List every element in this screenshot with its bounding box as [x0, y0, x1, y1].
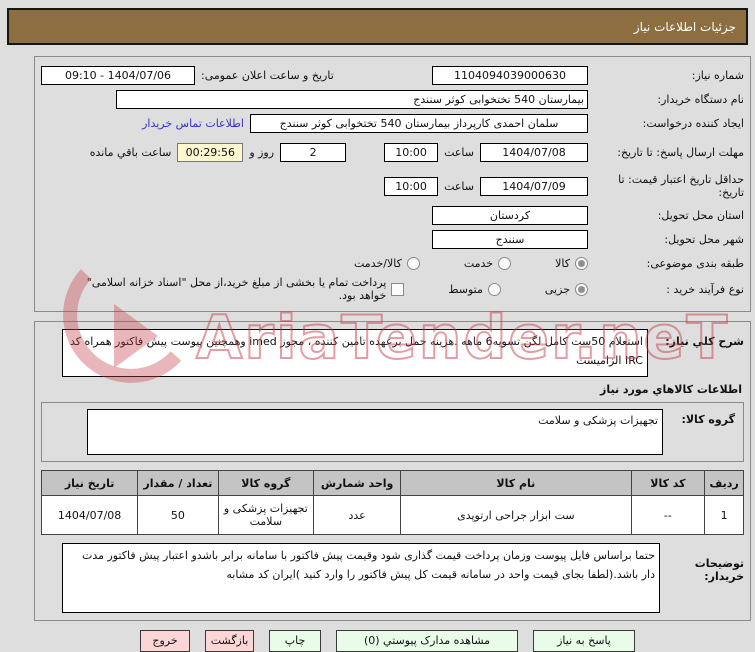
radio-icon[interactable]: [498, 256, 512, 270]
radio-icon[interactable]: [575, 256, 588, 270]
items-table-header-row: ردیف کد کالا نام کالا واحد شمارش گروه کا…: [40, 470, 744, 496]
province-field[interactable]: کردستان: [432, 205, 588, 225]
row-buyer-notes: توضیحات خریدار: حتما براساس فایل پیوست و…: [41, 543, 744, 613]
table-row: 1 -- ست ابزار جراحی ارتوپدی عدد تجهیزات …: [40, 495, 744, 535]
goods-info-panel: شرح کلي نیاز: استعلام 50ست کامل لگن تسوی…: [34, 321, 751, 621]
print-button[interactable]: چاپ: [269, 630, 321, 652]
radio-label: کالا: [555, 256, 570, 270]
radio-option-goods-service[interactable]: کالا/خدمت: [354, 256, 420, 270]
checkbox-icon[interactable]: [391, 282, 405, 296]
request-creator-label: ایجاد کننده درخواست:: [642, 116, 744, 130]
reply-deadline-time-field[interactable]: 10:00: [384, 142, 439, 162]
cell-count-unit: عدد: [313, 495, 402, 535]
price-validity-hour-label: ساعت: [444, 179, 474, 193]
row-price-validity: حداقل تاریخ اعتبار قیمت: تا تاریخ: 1404/…: [41, 170, 744, 202]
buyer-notes-label: توضیحات خریدار:: [694, 557, 744, 583]
back-button[interactable]: بازگشت: [205, 630, 254, 652]
buyer-org-field[interactable]: بیمارستان 540 تختخوابی کوثر سنندج: [116, 89, 588, 109]
radio-option-goods[interactable]: کالا: [555, 256, 588, 270]
purchase-process-label: نوع فرآیند خرید :: [666, 282, 744, 296]
header-count-unit: واحد شمارش: [313, 470, 402, 496]
row-purchase-process-type: نوع فرآیند خرید : جزیی متوسط پرداخت تمام…: [41, 276, 744, 302]
exit-button[interactable]: خروج: [140, 630, 190, 652]
cell-quantity: 50: [137, 495, 219, 535]
row-need-number: شماره نیاز: 1104094039000630 تاریخ و ساع…: [41, 64, 744, 86]
goods-group-box: گروه کالا: تجهیزات پزشکی و سلامت: [41, 402, 744, 462]
action-buttons-bar: پاسخ به نیاز مشاهده مدارک پیوستي (0) چاپ…: [0, 630, 755, 652]
goods-section-header: اطلاعات کالاهاي مورد نیاز: [600, 383, 742, 396]
price-validity-time-field[interactable]: 10:00: [384, 176, 439, 196]
need-number-label: شماره نیاز:: [691, 68, 744, 82]
radio-icon[interactable]: [406, 256, 420, 270]
need-description-textarea[interactable]: استعلام 50ست کامل لگن تسویه6 ماهه .هزینه…: [62, 329, 648, 377]
need-number-field[interactable]: 1104094039000630: [432, 65, 588, 85]
radio-label: جزیی: [544, 282, 570, 296]
items-table: ردیف کد کالا نام کالا واحد شمارش گروه کا…: [40, 470, 744, 535]
radio-option-medium[interactable]: متوسط: [448, 282, 501, 296]
city-label: شهر محل تحویل:: [664, 232, 744, 246]
cell-need-date: 1404/07/08: [40, 495, 139, 535]
cell-row-number: 1: [704, 495, 744, 535]
page-title-bar: جزئیات اطلاعات نیاز: [7, 8, 748, 45]
announce-datetime-field[interactable]: 1404/07/06 - 09:10: [41, 65, 195, 85]
reply-to-need-button[interactable]: پاسخ به نیاز: [533, 630, 635, 652]
cell-item-name: ست ابزار جراحی ارتوپدی: [400, 495, 632, 535]
radio-label: کالا/خدمت: [354, 256, 402, 270]
radio-option-service[interactable]: خدمت: [463, 256, 512, 270]
cell-item-group: تجهیزات پزشکی و سلامت: [217, 495, 315, 535]
buyer-org-label: نام دستگاه خریدار:: [657, 92, 744, 106]
reply-deadline-label: مهلت ارسال پاسخ: تا تاریخ:: [617, 145, 744, 159]
header-row-number: ردیف: [704, 470, 744, 496]
reply-deadline-hour-label: ساعت: [444, 145, 474, 159]
goods-group-field[interactable]: تجهیزات پزشکی و سلامت: [87, 409, 663, 455]
province-label: استان محل تحویل:: [657, 208, 744, 222]
request-creator-field[interactable]: سلمان احمدی کارپرداز بیمارستان 540 تختخو…: [250, 113, 588, 133]
row-city: شهر محل تحویل: سنندج: [41, 228, 744, 250]
radio-icon[interactable]: [487, 282, 501, 296]
cell-item-code: --: [630, 495, 706, 535]
page-title: جزئیات اطلاعات نیاز: [633, 19, 736, 34]
goods-group-label: گروه کالا:: [681, 413, 735, 426]
hours-remaining-label: ساعت باقي مانده: [89, 145, 172, 159]
subject-classification-label: طبقه بندی موضوعی:: [646, 256, 744, 270]
city-field[interactable]: سنندج: [432, 229, 588, 249]
header-item-code: کد کالا: [630, 470, 706, 496]
countdown-timer: 00:29:56: [177, 142, 244, 162]
need-info-panel: شماره نیاز: 1104094039000630 تاریخ و ساع…: [34, 56, 751, 312]
radio-icon[interactable]: [575, 282, 588, 296]
checkbox-label: پرداخت تمام یا بخشی از مبلغ خرید،از محل …: [86, 276, 387, 302]
price-validity-date-field[interactable]: 1404/07/09: [480, 176, 588, 196]
remaining-days-field[interactable]: 2: [280, 142, 347, 162]
need-details-page: { "titlebar": { "title": "جزئیات اطلاعات…: [0, 8, 755, 652]
header-quantity: تعداد / مقدار: [137, 470, 219, 496]
row-province: استان محل تحویل: کردستان: [41, 204, 744, 226]
price-validity-label: حداقل تاریخ اعتبار قیمت: تا تاریخ:: [618, 173, 744, 199]
days-and-label: روز و: [249, 145, 275, 159]
row-buyer-org: نام دستگاه خریدار: بیمارستان 540 تختخواب…: [41, 88, 744, 110]
view-attached-documents-button[interactable]: مشاهده مدارک پیوستي (0): [336, 630, 518, 652]
row-need-description: شرح کلي نیاز: استعلام 50ست کامل لگن تسوی…: [41, 329, 744, 377]
treasury-payment-checkbox[interactable]: پرداخت تمام یا بخشی از مبلغ خرید،از محل …: [79, 276, 405, 302]
radio-option-minor[interactable]: جزیی: [544, 282, 588, 296]
buyer-contact-link[interactable]: اطلاعات تماس خریدار: [142, 117, 244, 130]
header-item-group: گروه کالا: [217, 470, 315, 496]
row-request-creator: ایجاد کننده درخواست: سلمان احمدی کارپردا…: [41, 112, 744, 134]
reply-deadline-date-field[interactable]: 1404/07/08: [480, 142, 588, 162]
buyer-notes-textarea[interactable]: حتما براساس فایل پیوست وزمان پرداخت قیمت…: [62, 543, 660, 613]
radio-label: متوسط: [448, 282, 483, 296]
row-reply-deadline: مهلت ارسال پاسخ: تا تاریخ: 1404/07/08 سا…: [41, 136, 744, 168]
radio-label: خدمت: [463, 256, 494, 270]
need-description-label: شرح کلي نیاز:: [665, 335, 744, 348]
header-item-name: نام کالا: [400, 470, 632, 496]
header-need-date: تاریخ نیاز: [40, 470, 139, 496]
row-subject-classification: طبقه بندی موضوعی: کالا خدمت کالا/خدمت: [41, 252, 744, 274]
announce-datetime-label: تاریخ و ساعت اعلان عمومی:: [201, 68, 334, 82]
